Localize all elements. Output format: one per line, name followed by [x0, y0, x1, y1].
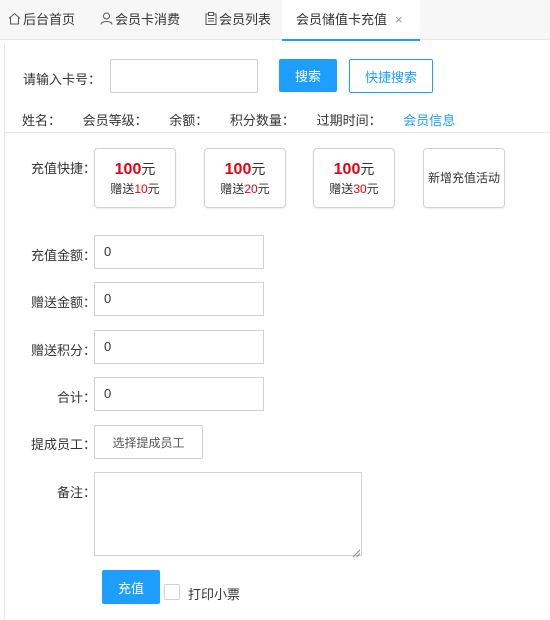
- home-icon: [8, 1, 21, 41]
- card-gift-prefix: 赠送: [329, 182, 354, 196]
- tab-label: 会员储值卡充值: [296, 12, 388, 27]
- tab-label: 会员卡消费: [115, 12, 181, 27]
- search-button[interactable]: 搜索: [279, 59, 337, 92]
- card-number-input[interactable]: [110, 59, 258, 93]
- balance-label: 余额：: [169, 113, 209, 128]
- remark-label: 备注：: [57, 485, 97, 500]
- card-amount: 100: [224, 161, 252, 178]
- gift-amount-input[interactable]: 0: [94, 282, 264, 316]
- card-unit: 元: [141, 161, 156, 177]
- name-label: 姓名：: [22, 113, 62, 128]
- tab-stored-value-recharge[interactable]: 会员储值卡充值 ×: [282, 0, 420, 41]
- quick-card-2[interactable]: 100元 赠送20元: [204, 148, 286, 208]
- recharge-amount-input[interactable]: 0: [94, 235, 264, 269]
- total-label: 合计：: [57, 390, 97, 405]
- tab-bar: 后台首页 会员卡消费 会员列表 会员储值卡充值 ×: [0, 0, 550, 41]
- tab-label: 后台首页: [23, 12, 76, 27]
- expire-label: 过期时间：: [316, 113, 382, 128]
- card-gift-amount: 20: [244, 182, 258, 196]
- select-staff-button[interactable]: 选择提成员工: [94, 425, 203, 459]
- card-gift-amount: 10: [134, 182, 148, 196]
- recharge-panel: 请输入卡号： 搜索 快捷搜索 姓名： 会员等级： 余额： 积分数量： 过期时间：…: [4, 44, 550, 620]
- points-label: 积分数量：: [229, 113, 295, 128]
- tab-member-consume[interactable]: 会员卡消费: [100, 0, 180, 40]
- staff-label: 提成员工：: [31, 437, 97, 452]
- quick-search-button[interactable]: 快捷搜索: [349, 59, 433, 93]
- card-gift-amount: 30: [353, 182, 367, 196]
- gift-points-input[interactable]: 0: [94, 330, 264, 364]
- card-gift-unit: 元: [366, 182, 379, 196]
- close-icon[interactable]: ×: [395, 12, 403, 27]
- tab-member-list[interactable]: 会员列表: [205, 0, 271, 40]
- print-receipt-label: 打印小票: [188, 587, 241, 602]
- card-gift-prefix: 赠送: [110, 182, 135, 196]
- tab-home[interactable]: 后台首页: [8, 0, 75, 40]
- card-gift-unit: 元: [257, 182, 270, 196]
- new-recharge-activity-button[interactable]: 新增充值活动: [423, 148, 505, 208]
- level-label: 会员等级：: [82, 113, 148, 128]
- tab-label: 会员列表: [219, 12, 272, 27]
- card-amount: 100: [114, 161, 142, 178]
- card-gift-unit: 元: [147, 182, 160, 196]
- divider: [5, 132, 550, 133]
- member-info-link[interactable]: 会员信息: [403, 113, 455, 128]
- resize-handle-icon[interactable]: [352, 546, 361, 561]
- member-info-line: 姓名： 会员等级： 余额： 积分数量： 过期时间： 会员信息: [22, 110, 473, 129]
- clipboard-icon: [205, 1, 217, 41]
- recharge-amount-label: 充值金额：: [31, 248, 97, 263]
- card-unit: 元: [251, 161, 266, 177]
- quick-card-3[interactable]: 100元 赠送30元: [313, 148, 395, 208]
- quick-recharge-label: 充值快捷：: [31, 161, 97, 176]
- card-unit: 元: [360, 161, 375, 177]
- card-number-label: 请输入卡号：: [23, 72, 102, 87]
- card-gift-prefix: 赠送: [220, 182, 245, 196]
- remark-textarea[interactable]: [94, 472, 362, 556]
- gift-amount-label: 赠送金额：: [31, 295, 97, 310]
- card-amount: 100: [333, 161, 361, 178]
- print-receipt-checkbox[interactable]: [164, 584, 180, 600]
- total-input[interactable]: 0: [94, 377, 264, 411]
- quick-card-1[interactable]: 100元 赠送10元: [94, 148, 176, 208]
- gift-points-label: 赠送积分：: [31, 343, 97, 358]
- recharge-submit-button[interactable]: 充值: [102, 570, 160, 604]
- user-icon: [100, 1, 113, 41]
